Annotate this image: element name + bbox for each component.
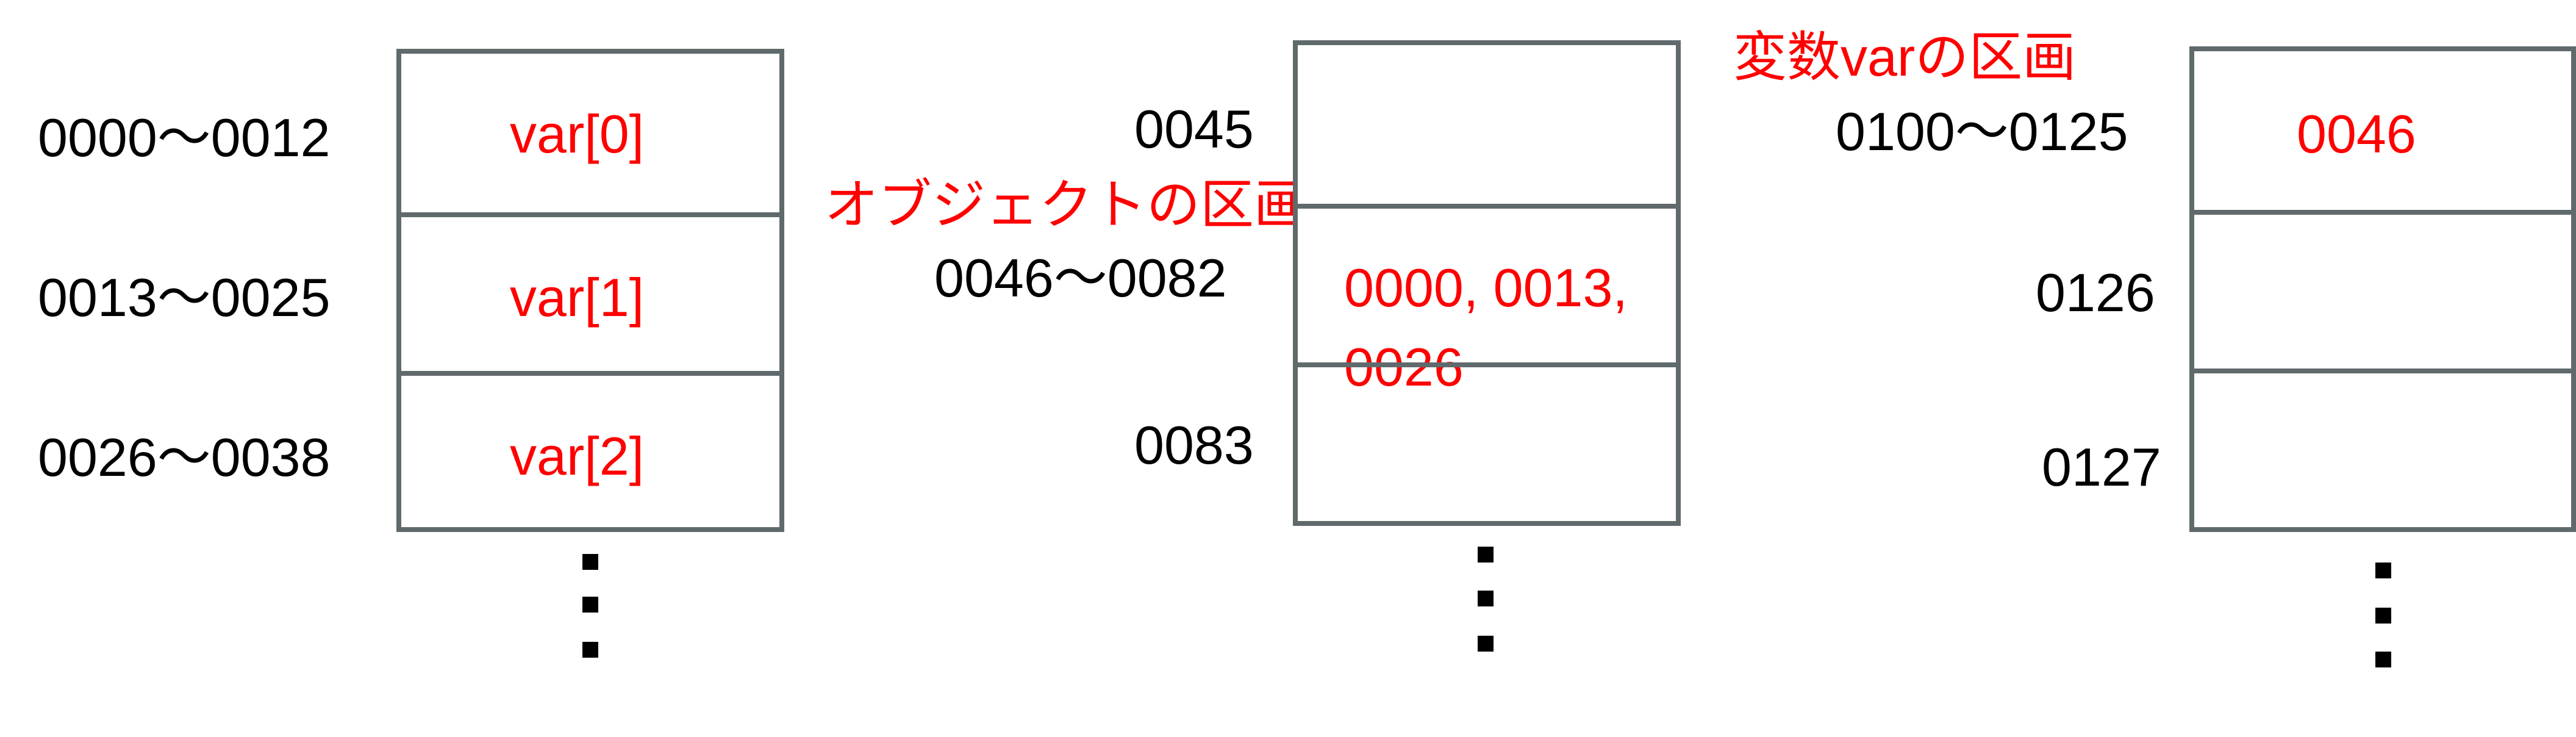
continuation-dot <box>1478 547 1494 563</box>
right-address-1: 0126 <box>2036 262 2155 323</box>
object-cell-2 <box>1298 362 1676 521</box>
middle-address-2: 0083 <box>1134 415 1254 475</box>
variable-memory-box: 0046 <box>2189 46 2576 532</box>
middle-address-0: 0045 <box>1134 99 1254 159</box>
object-cell-line: 0000, 0013, <box>1344 257 1628 318</box>
array-cell-0: var[0] <box>401 54 779 217</box>
continuation-dot <box>1478 636 1494 652</box>
array-cell-label: var[1] <box>510 267 645 328</box>
left-address-2: 0026〜0038 <box>38 427 331 487</box>
object-memory-box: 0000, 0013, 0026 <box>1293 40 1681 526</box>
array-cell-label: var[2] <box>510 426 645 486</box>
continuation-dot <box>582 642 598 658</box>
variable-cell-1 <box>2194 210 2571 373</box>
variable-section-caption: 変数varの区画 <box>1733 27 2077 87</box>
object-cell-1: 0000, 0013, 0026 <box>1298 204 1676 394</box>
continuation-dot <box>2375 608 2391 624</box>
continuation-dot <box>582 554 598 570</box>
array-cell-1: var[1] <box>401 212 779 376</box>
variable-cell-value: 0046 <box>2297 104 2416 164</box>
continuation-dot <box>2375 563 2391 578</box>
variable-cell-0: 0046 <box>2194 51 2571 215</box>
object-section-caption: オブジェクトの区画 <box>825 174 1308 235</box>
middle-address-1: 0046〜0082 <box>934 248 1227 308</box>
variable-cell-2 <box>2194 368 2571 527</box>
continuation-dot <box>582 597 598 613</box>
right-address-2: 0127 <box>2042 437 2161 497</box>
array-cell-label: var[0] <box>510 104 645 164</box>
left-address-0: 0000〜0012 <box>38 107 331 168</box>
continuation-dot <box>1478 591 1494 606</box>
right-address-0: 0100〜0125 <box>1836 101 2128 162</box>
array-memory-box: var[0] var[1] var[2] <box>396 49 784 532</box>
continuation-dot <box>2375 652 2391 667</box>
left-address-1: 0013〜0025 <box>38 267 331 328</box>
array-cell-2: var[2] <box>401 371 779 527</box>
object-cell-0 <box>1298 45 1676 209</box>
